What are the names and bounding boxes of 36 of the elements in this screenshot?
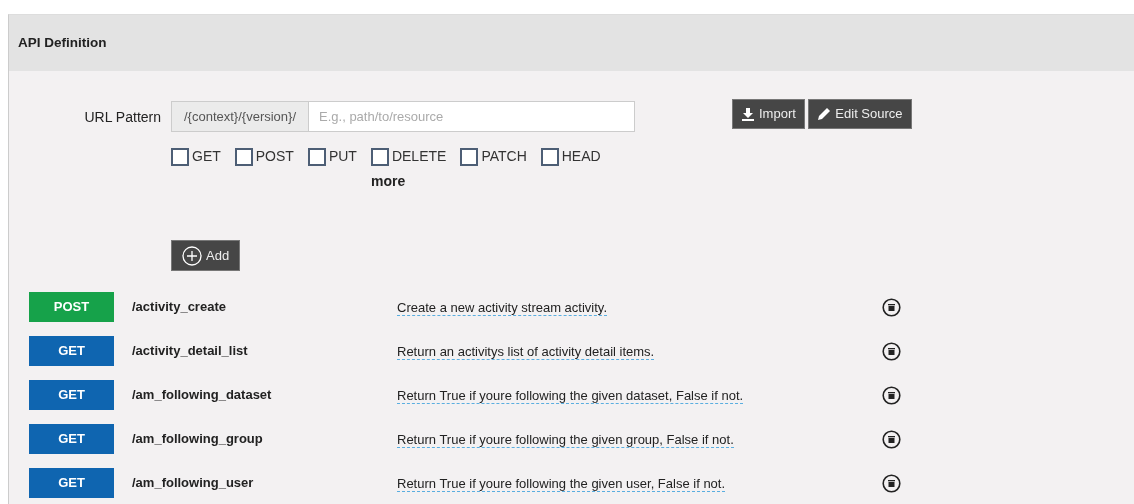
add-button[interactable]: Add [171, 240, 241, 271]
resource-path: /am_following_group [131, 430, 264, 449]
method-checkbox[interactable]: PATCH [460, 146, 527, 167]
method-badge: GET [29, 468, 114, 498]
delete-icon[interactable] [882, 341, 901, 361]
method-checkbox[interactable]: PUT [307, 146, 357, 167]
url-pattern-label: URL Pattern [83, 108, 162, 127]
delete-icon[interactable] [882, 297, 901, 317]
method-badge: GET [29, 424, 114, 454]
method-badge: GET [29, 380, 114, 410]
method-badge: POST [29, 292, 114, 322]
method-checkbox[interactable]: DELETE [370, 146, 447, 167]
delete-icon[interactable] [882, 429, 901, 449]
delete-icon[interactable] [882, 473, 901, 493]
method-checkbox[interactable]: GET [171, 146, 221, 167]
plus-circle-icon [182, 245, 202, 266]
url-pattern-field[interactable]: /{context}/{version}/ E.g., path/to/resource [171, 101, 635, 132]
resource-description[interactable]: Return True if youre following the given group, False if not. [397, 431, 734, 448]
delete-icon[interactable] [882, 385, 901, 405]
edit-source-button[interactable]: Edit Source [808, 99, 912, 129]
resource-path: /activity_create [131, 298, 227, 317]
panel-title: API Definition [18, 33, 107, 52]
method-checkbox[interactable]: POST [234, 146, 294, 167]
pencil-icon [817, 107, 832, 121]
method-checkbox[interactable]: HEAD [540, 146, 601, 167]
more-link[interactable]: more [371, 171, 406, 192]
resource-description[interactable]: Return an activitys list of activity detail items. [397, 343, 655, 360]
resource-description[interactable]: Return True if youre following the given dataset, False if not. [397, 387, 744, 404]
import-button[interactable]: Import [732, 99, 805, 129]
resource-path: /activity_detail_list [131, 342, 249, 361]
resource-description[interactable]: Return True if youre following the given user, False if not. [397, 475, 726, 492]
resource-description[interactable]: Create a new activity stream activity. [397, 299, 607, 316]
method-badge: GET [29, 336, 114, 366]
download-icon [741, 107, 755, 121]
resource-path: /am_following_dataset [131, 386, 273, 405]
resource-path: /am_following_user [131, 474, 255, 493]
